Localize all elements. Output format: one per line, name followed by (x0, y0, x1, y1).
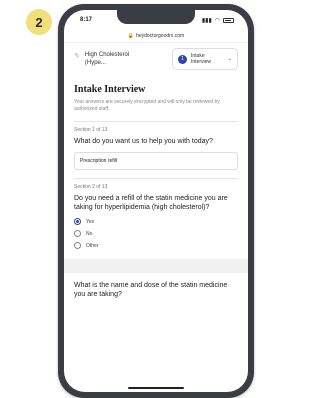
pill-icon: ✎ (74, 53, 80, 60)
step-dropdown[interactable]: 1 Intake Interview ⌄ (172, 48, 238, 70)
battery-icon (223, 17, 234, 23)
phone-screen: 8:17 ▮▮▮ ◠ 🔒 heydoctorgoodrx.com ✎ High … (64, 10, 248, 392)
question-text: Do you need a refill of the statin medic… (74, 195, 228, 211)
chevron-down-icon: ⌄ (227, 56, 232, 62)
page-content: ✎ High Cholesterol (Hype... 1 Intake Int… (64, 44, 248, 305)
section-separator (64, 259, 248, 273)
condition-brand: ✎ High Cholesterol (Hype... (74, 51, 152, 67)
radio-option-yes[interactable]: Yes (74, 218, 238, 225)
page-title: Intake Interview (74, 84, 146, 95)
answer-field[interactable]: Prescription refill (74, 152, 238, 170)
question-text: What do you want us to help you with tod… (74, 138, 213, 145)
phone-notch (117, 10, 195, 24)
radio-label: No (86, 230, 93, 237)
radio-button-checked[interactable] (74, 218, 81, 225)
section-label: Section 1 of 13 (74, 127, 108, 133)
page-header: ✎ High Cholesterol (Hype... 1 Intake Int… (74, 48, 238, 70)
step-indicator-icon: 1 (178, 54, 187, 64)
radio-label: Yes (86, 218, 95, 225)
status-time: 8:17 (80, 17, 93, 23)
page-subtitle: Your answers are securely encrypted and … (74, 99, 220, 112)
lock-icon: 🔒 (127, 33, 135, 39)
question-text: What is the name and dose of the statin … (74, 282, 228, 298)
section-label: Section 2 of 13 (74, 184, 108, 190)
radio-button[interactable] (74, 230, 81, 237)
radio-option-other[interactable]: Other (74, 242, 238, 249)
step-dropdown-label: Intake Interview (191, 53, 212, 65)
section-divider (74, 178, 238, 179)
url-bar[interactable]: 🔒 heydoctorgoodrx.com (64, 30, 248, 43)
signal-icon: ▮▮▮ (201, 17, 212, 24)
radio-label: Other (86, 242, 99, 249)
step-number-badge: 2 (26, 9, 52, 35)
home-indicator (128, 387, 184, 389)
phone-frame: 8:17 ▮▮▮ ◠ 🔒 heydoctorgoodrx.com ✎ High … (58, 4, 254, 398)
condition-title: High Cholesterol (Hype... (84, 52, 130, 66)
url-text: heydoctorgoodrx.com (136, 33, 185, 39)
wifi-icon: ◠ (214, 17, 220, 24)
radio-button[interactable] (74, 242, 81, 249)
status-icons: ▮▮▮ ◠ (202, 17, 234, 24)
section-divider (74, 121, 238, 122)
radio-option-no[interactable]: No (74, 230, 238, 237)
